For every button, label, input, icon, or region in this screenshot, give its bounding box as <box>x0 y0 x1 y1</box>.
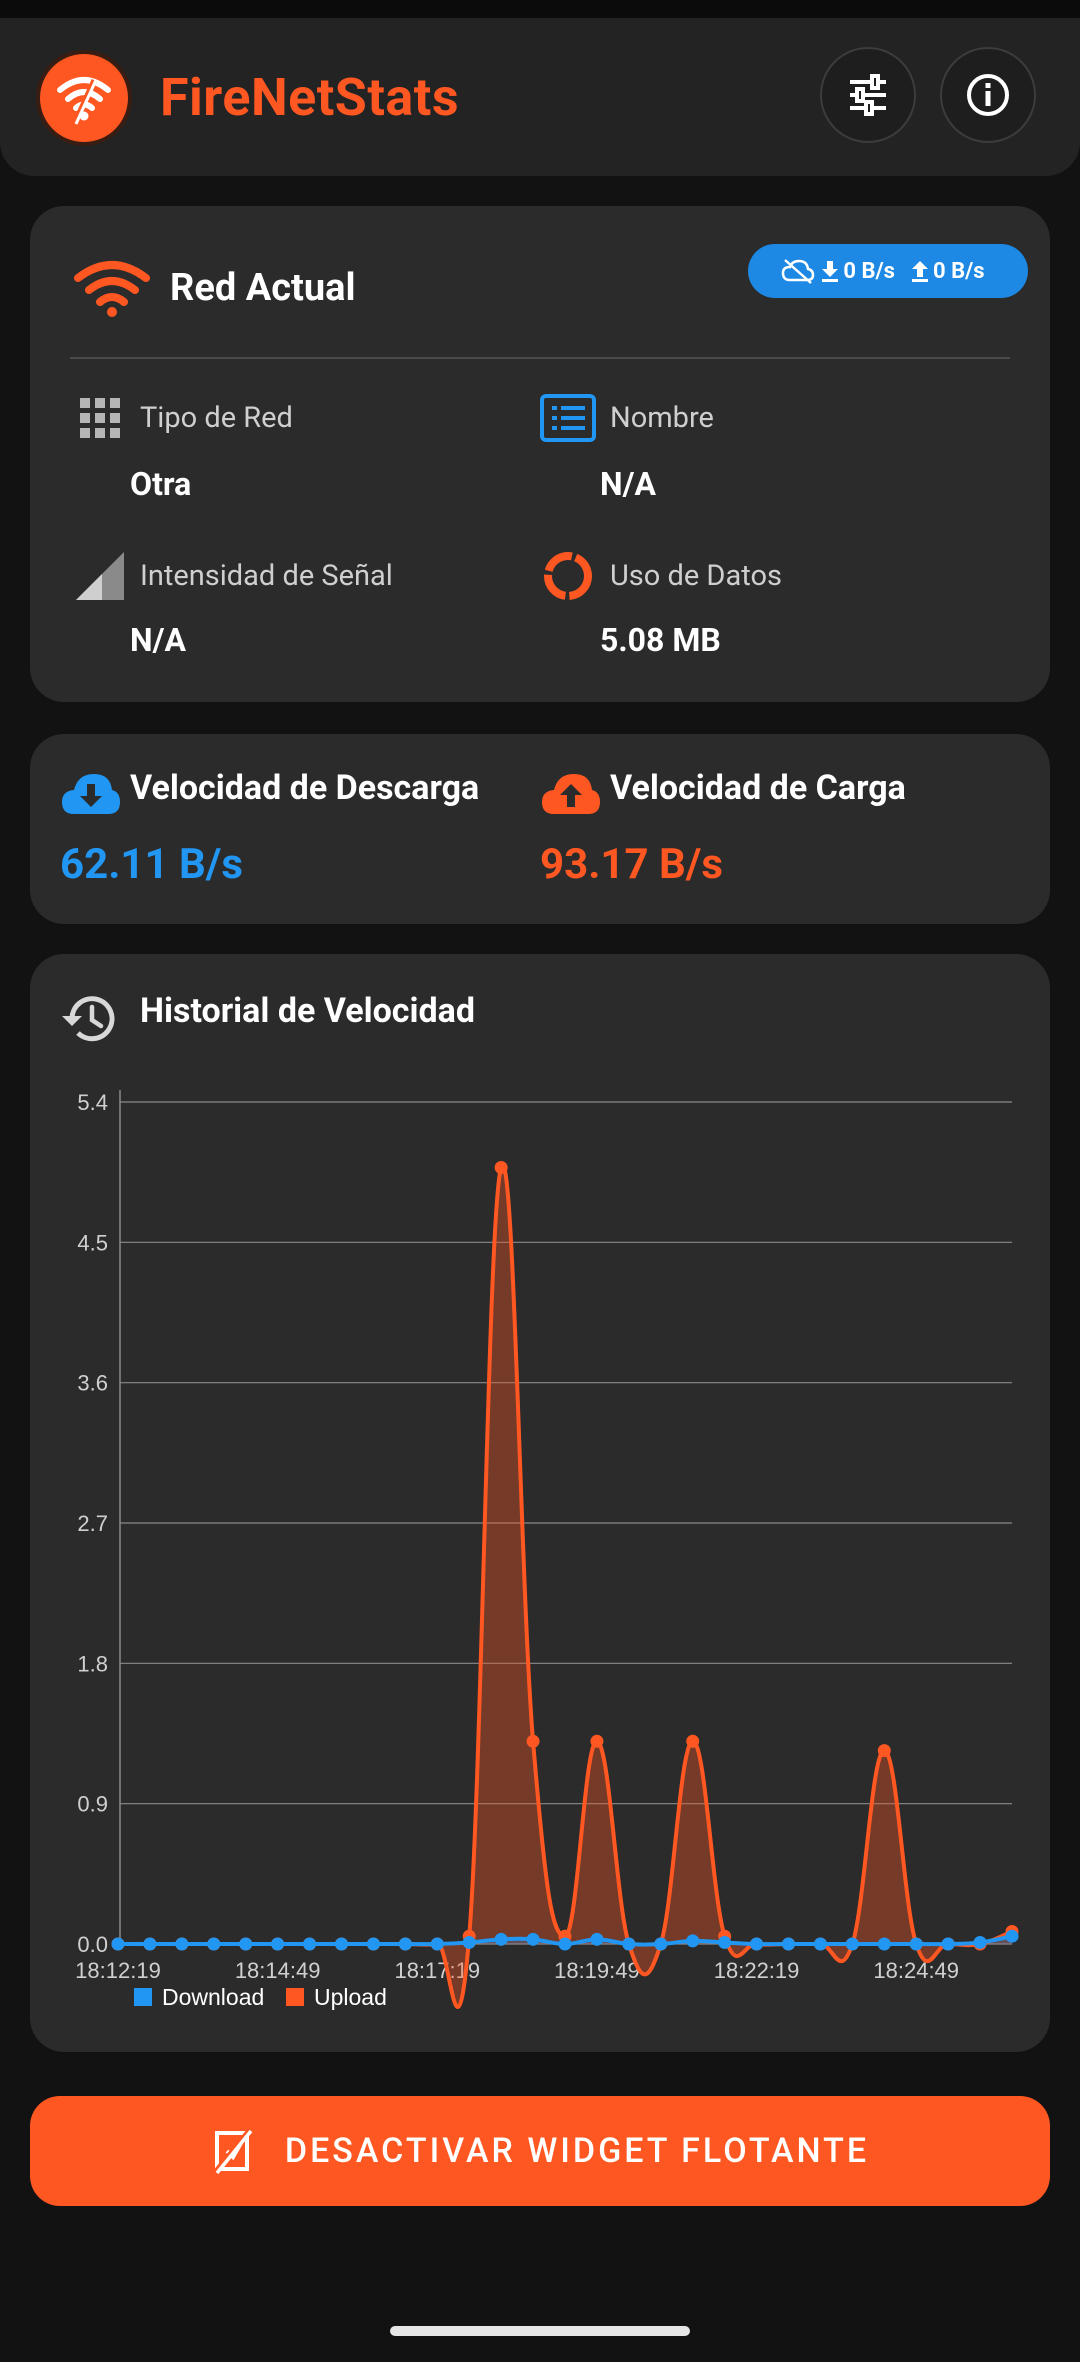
data-point-upload <box>494 1160 508 1174</box>
data-point-download <box>207 1937 221 1951</box>
signal-strength-label: Intensidad de Señal <box>140 559 393 593</box>
data-point-download <box>271 1937 285 1951</box>
data-point-download <box>654 1937 668 1951</box>
data-point-download <box>845 1937 859 1951</box>
data-usage-label: Uso de Datos <box>610 559 782 593</box>
download-speed-value: 62.11 B/s <box>60 840 243 889</box>
y-tick-label: 5.4 <box>77 1090 108 1115</box>
download-arrow-icon <box>822 261 839 282</box>
data-point-download <box>782 1937 795 1951</box>
data-point-upload <box>686 1734 700 1748</box>
disable-floating-widget-label: DESACTIVAR WIDGET FLOTANTE <box>284 2131 870 2171</box>
data-point-download <box>462 1935 476 1949</box>
home-indicator <box>390 2326 690 2336</box>
tune-sliders-icon <box>850 74 886 116</box>
signal-icon <box>76 552 124 600</box>
data-point-download <box>718 1935 732 1949</box>
data-point-download <box>590 1932 604 1946</box>
network-name-value: N/A <box>600 465 656 503</box>
wifi-icon <box>74 261 150 317</box>
data-point-download <box>303 1937 317 1951</box>
data-point-download <box>686 1934 700 1948</box>
data-point-download <box>430 1937 444 1951</box>
cloud-upload-icon <box>542 774 600 814</box>
signal-strength-value: N/A <box>130 621 186 659</box>
data-point-download <box>941 1937 955 1951</box>
app-title: FireNetStats <box>160 67 460 128</box>
data-point-download <box>750 1937 764 1951</box>
data-point-download <box>398 1937 412 1951</box>
upload-speed-label: Velocidad de Carga <box>610 768 906 808</box>
network-type-label: Tipo de Red <box>140 401 293 435</box>
data-point-download <box>175 1937 189 1951</box>
data-point-download <box>973 1935 987 1949</box>
y-tick-label: 3.6 <box>77 1371 108 1396</box>
legend-label-download: Download <box>162 1984 264 2010</box>
upload-arrow-icon <box>912 261 928 282</box>
speed-history-chart: 0.0 0.9 1.8 2.7 3.6 4.5 5.4 18:12:19 18:14:49 18:… <box>75 1090 1019 2010</box>
card-divider <box>70 357 1010 359</box>
x-tick-label: 18:12:19 <box>75 1958 161 1983</box>
data-point-download <box>239 1937 253 1951</box>
badge-upload: 0 B/s <box>911 259 985 284</box>
x-tick-label: 18:19:49 <box>554 1958 640 1983</box>
info-button[interactable] <box>940 47 1036 143</box>
data-point-download <box>494 1932 508 1946</box>
data-point-download <box>143 1937 157 1951</box>
disable-floating-widget-button[interactable]: DESACTIVAR WIDGET FLOTANTE <box>30 2096 1050 2206</box>
upload-speed-value: 93.17 B/s <box>540 840 723 889</box>
data-point-download <box>366 1937 380 1951</box>
data-point-download <box>335 1937 348 1951</box>
download-speed-label: Velocidad de Descarga <box>130 768 480 808</box>
data-point-download <box>813 1937 827 1951</box>
settings-button[interactable] <box>820 47 916 143</box>
data-usage-value: 5.08 MB <box>600 621 721 659</box>
data-point-download <box>877 1937 891 1951</box>
data-point-upload <box>526 1734 540 1748</box>
widget-off-icon <box>212 2127 254 2175</box>
info-circle-icon <box>967 74 1009 116</box>
cloud-off-icon <box>782 259 815 284</box>
speed-history-card: Historial de Velocidad 0.0 0.9 1.8 2.7 3.6 4.… <box>30 954 1050 2052</box>
data-point-download <box>909 1937 923 1951</box>
data-point-download <box>558 1937 572 1951</box>
cloud-download-icon <box>62 774 120 814</box>
badge-download: 0 B/s <box>821 259 895 284</box>
series-area-upload <box>118 1165 1012 2007</box>
x-tick-label: 18:24:49 <box>873 1958 959 1983</box>
grid-icon <box>80 398 120 438</box>
y-tick-label: 4.5 <box>77 1230 108 1255</box>
data-point-download <box>622 1937 636 1951</box>
data-point-upload <box>590 1734 604 1748</box>
data-point-download <box>111 1937 125 1951</box>
wifi-flame-logo-icon <box>40 54 128 142</box>
status-bar <box>0 0 1080 18</box>
app-bar: FireNetStats <box>0 18 1080 176</box>
current-network-card: Red Actual 0 B/s 0 B/s Tipo de Red Otra … <box>30 206 1050 702</box>
list-box-icon <box>540 394 596 442</box>
legend-swatch-download <box>134 1988 152 2006</box>
network-card-title: Red Actual <box>170 266 356 310</box>
speed-badge: 0 B/s 0 B/s <box>748 244 1028 298</box>
y-tick-label: 2.7 <box>77 1511 108 1536</box>
data-point-download <box>526 1932 540 1946</box>
network-name-label: Nombre <box>610 401 714 435</box>
speed-card: Velocidad de Descarga 62.11 B/s Velocida… <box>30 734 1050 924</box>
legend-label-upload: Upload <box>314 1984 387 2010</box>
legend-swatch-upload <box>286 1988 304 2006</box>
donut-icon <box>544 552 592 600</box>
network-type-value: Otra <box>130 465 192 503</box>
data-point-download <box>1005 1929 1019 1943</box>
y-tick-label: 0.0 <box>77 1932 108 1957</box>
data-point-upload <box>877 1744 891 1758</box>
y-tick-label: 1.8 <box>77 1651 108 1676</box>
x-tick-label: 18:14:49 <box>235 1958 321 1983</box>
y-tick-label: 0.9 <box>77 1792 108 1817</box>
x-tick-label: 18:22:19 <box>714 1958 800 1983</box>
